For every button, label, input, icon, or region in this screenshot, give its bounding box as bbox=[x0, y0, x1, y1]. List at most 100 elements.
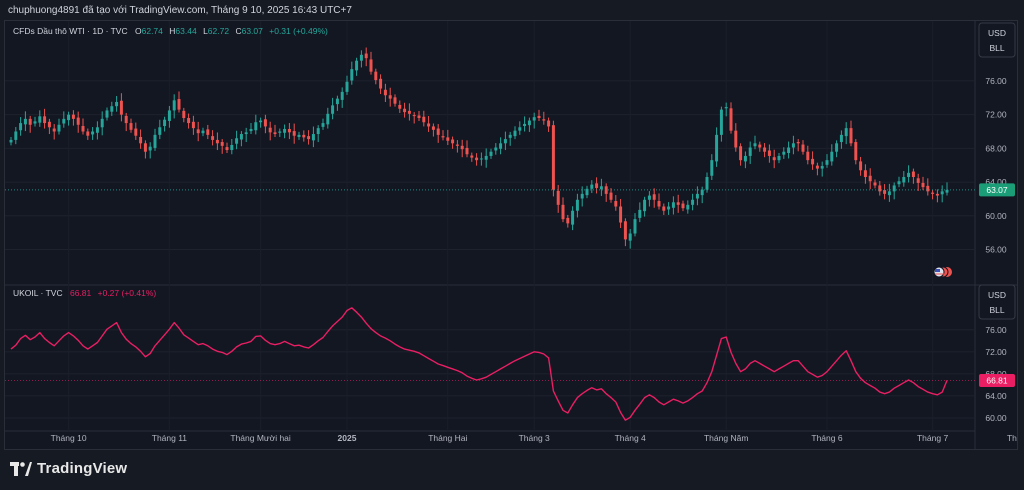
candle-body bbox=[359, 54, 363, 61]
candle-body bbox=[407, 110, 411, 114]
candle-body bbox=[484, 155, 488, 160]
candle-body bbox=[239, 134, 243, 140]
candle-body bbox=[124, 115, 128, 124]
candle-body bbox=[273, 132, 277, 135]
candle-body bbox=[57, 124, 61, 132]
candle-body bbox=[739, 146, 743, 161]
candle-body bbox=[710, 160, 714, 176]
xtick-label: 2025 bbox=[338, 433, 357, 443]
candle-body bbox=[71, 114, 75, 119]
candle-body bbox=[307, 136, 311, 140]
tradingview-brand[interactable]: TradingView bbox=[10, 460, 127, 477]
candle-body bbox=[206, 129, 210, 135]
candle-body bbox=[767, 150, 771, 156]
xtick-label: Tháng 10 bbox=[51, 433, 87, 443]
candle-body bbox=[777, 155, 781, 161]
xtick-label: Tháng 11 bbox=[152, 433, 188, 443]
candle-body bbox=[235, 138, 239, 144]
candle-body bbox=[791, 143, 795, 148]
candle-body bbox=[374, 71, 378, 81]
candle-body bbox=[335, 98, 339, 105]
candle-body bbox=[177, 99, 181, 110]
candle-body bbox=[830, 151, 834, 162]
xtick-label: Tháng 7 bbox=[917, 433, 948, 443]
us-flag-icon[interactable] bbox=[933, 266, 952, 278]
tradingview-logo-icon bbox=[10, 461, 32, 476]
candle-body bbox=[81, 126, 85, 132]
pane2-currency: USD bbox=[988, 290, 1006, 300]
candle-body bbox=[292, 131, 296, 136]
candle-body bbox=[887, 191, 891, 196]
pane2-last: 66.81 bbox=[70, 288, 92, 298]
candle-body bbox=[700, 189, 704, 196]
candle-body bbox=[503, 139, 507, 144]
candle-body bbox=[119, 100, 123, 115]
xtick-label: Tháng 6 bbox=[811, 433, 842, 443]
candle-body bbox=[614, 201, 618, 207]
candle-body bbox=[532, 117, 536, 121]
candle-body bbox=[729, 108, 733, 131]
candle-body bbox=[724, 107, 728, 109]
ukoil-line-series bbox=[10, 307, 948, 421]
pane1-symbol: CFDs Dầu thô WTI · 1D · TVC bbox=[13, 26, 128, 36]
pane1-currency: USD bbox=[988, 28, 1006, 38]
candle-body bbox=[643, 199, 647, 212]
candle-body bbox=[230, 144, 234, 151]
pane1-last-value: 63.07 bbox=[986, 185, 1008, 195]
candle-body bbox=[403, 108, 407, 113]
chart-svg[interactable]: 56.0060.0064.0068.0072.0076.0060.0064.00… bbox=[5, 21, 1024, 449]
candle-body bbox=[499, 143, 503, 149]
candle-body bbox=[547, 120, 551, 127]
candle-body bbox=[811, 158, 815, 165]
candle-body bbox=[475, 157, 479, 161]
chart-frame: 56.00 60.00 64.00 68.00 72.00 76.00 60.00 64.00… bbox=[4, 20, 1024, 450]
candle-body bbox=[542, 119, 546, 121]
candle-body bbox=[849, 128, 853, 144]
candle-body bbox=[921, 182, 925, 188]
candle-body bbox=[297, 134, 301, 137]
candle-body bbox=[383, 89, 387, 96]
candle-body bbox=[28, 118, 32, 125]
pane1-ytick-label: 76.00 bbox=[985, 76, 1007, 86]
candle-body bbox=[556, 190, 560, 205]
candle-body bbox=[86, 131, 90, 136]
candle-body bbox=[782, 151, 786, 155]
candle-body bbox=[215, 139, 219, 144]
candle-body bbox=[129, 123, 133, 130]
candle-body bbox=[417, 115, 421, 119]
candle-body bbox=[575, 199, 579, 211]
candle-body bbox=[134, 128, 138, 136]
candle-body bbox=[835, 143, 839, 152]
candle-body bbox=[705, 177, 709, 190]
pane1-h-value: 63.44 bbox=[175, 26, 197, 36]
candle-body bbox=[139, 136, 143, 144]
candle-body bbox=[758, 144, 762, 148]
candle-body bbox=[331, 105, 335, 114]
candle-body bbox=[897, 181, 901, 185]
candle-body bbox=[143, 143, 147, 152]
pane2-ytick-label: 72.00 bbox=[985, 347, 1007, 357]
pane1-ytick-label: 68.00 bbox=[985, 143, 1007, 153]
candle-body bbox=[571, 210, 575, 225]
pane1-ytick-label: 60.00 bbox=[985, 211, 1007, 221]
candle-body bbox=[647, 195, 651, 200]
candle-body bbox=[191, 121, 195, 129]
candle-body bbox=[412, 115, 416, 117]
candle-body bbox=[220, 142, 224, 146]
candle-body bbox=[19, 123, 23, 131]
candle-body bbox=[455, 144, 459, 146]
candle-body bbox=[76, 117, 80, 125]
candle-body bbox=[225, 147, 229, 151]
candle-body bbox=[283, 128, 287, 133]
candle-body bbox=[844, 128, 848, 137]
candle-body bbox=[763, 147, 767, 152]
candle-body bbox=[326, 113, 330, 125]
candle-body bbox=[441, 136, 445, 138]
candle-body bbox=[201, 130, 205, 134]
attribution-text: chuphuong4891 đã tạo với TradingView.com… bbox=[8, 5, 352, 16]
candle-body bbox=[772, 157, 776, 161]
candle-body bbox=[14, 131, 18, 140]
candle-body bbox=[263, 119, 267, 127]
candle-body bbox=[460, 145, 464, 150]
candle-body bbox=[249, 128, 253, 132]
